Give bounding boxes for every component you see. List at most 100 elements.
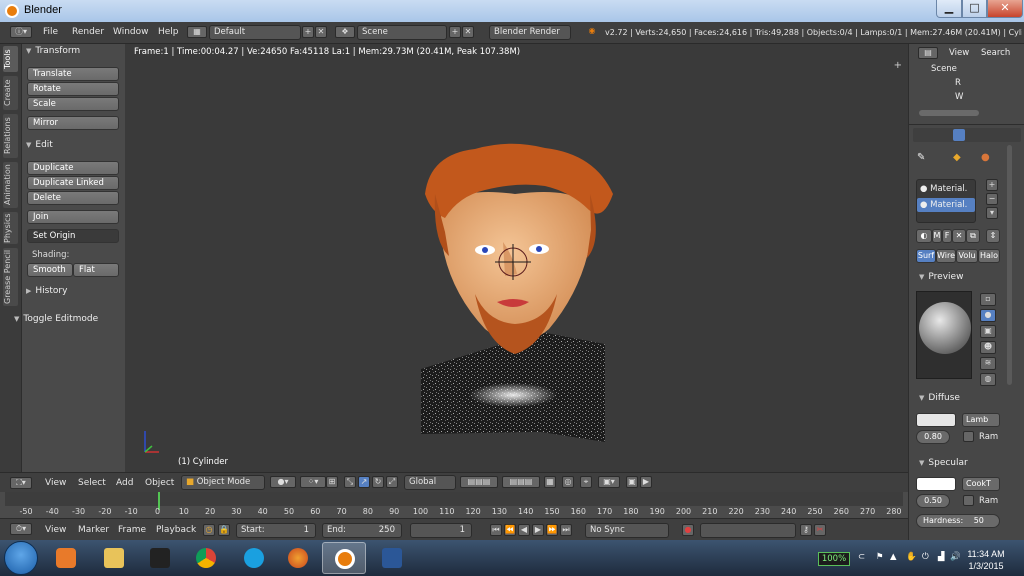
translate-manipulator-icon[interactable]: ↗ [358,476,370,488]
volume-icon[interactable]: 🔊 [950,552,961,562]
material-unlink-icon[interactable]: ✕ [952,229,966,243]
tab-grease-pencil[interactable]: Grease Pencil [3,248,18,306]
material-tab-icon[interactable] [953,129,965,141]
duplicate-button[interactable]: Duplicate [27,161,119,175]
current-frame-field[interactable]: 1 [410,523,472,538]
mode-select[interactable]: ■ Object Mode [181,475,265,490]
flag-icon[interactable]: ⚑ [876,552,884,562]
editor-type-icon[interactable]: ⓘ▾ [10,26,32,38]
shading-mode-icon[interactable]: ●▾ [270,476,296,488]
render-anim-icon[interactable]: ▶ [640,476,652,488]
tab-wire[interactable]: Wire [936,249,956,263]
preview-cube-icon[interactable]: ▣ [980,325,996,338]
start-frame-field[interactable]: Start: 1 [236,523,316,538]
material-m-button[interactable]: M [932,229,942,243]
snap-element-icon[interactable]: ▣▾ [598,476,620,488]
delete-button[interactable]: Delete [27,191,119,205]
scene-field[interactable]: Scene [357,25,447,40]
tab-create[interactable]: Create [3,76,18,110]
preview-hair-icon[interactable]: ≋ [980,357,996,370]
pin-icon[interactable]: ✎ [917,152,925,163]
add-scene-icon[interactable]: + [449,26,461,38]
outliner-editor-icon[interactable]: ▤ [918,47,938,59]
render-engine-select[interactable]: Blender Render [489,25,571,40]
play-reverse-icon[interactable]: ◀ [518,524,530,536]
flat-button[interactable]: Flat [73,263,119,277]
tab-animation[interactable]: Animation [3,162,18,208]
duplicate-linked-button[interactable]: Duplicate Linked [27,176,119,190]
lock-layers-icon[interactable]: ▦ [544,476,556,488]
material-more-icon[interactable]: ⇕ [986,229,1000,243]
3d-viewport[interactable]: Frame:1 | Time:00:04.27 | Ve:24650 Fa:45… [125,44,908,472]
preview-monkey-icon[interactable]: ☻ [980,341,996,354]
end-frame-field[interactable]: End: 250 [322,523,402,538]
outliner-item-world[interactable]: W [955,92,963,102]
show-hidden-icon[interactable]: ▲ [890,552,897,562]
remove-layout-icon[interactable]: ✕ [315,26,327,38]
tray-icon-1[interactable]: ⊂ [858,552,865,562]
task-file-explorer[interactable] [92,542,136,574]
properties-context-tabs[interactable] [913,128,1021,142]
jump-keyframe-forward-icon[interactable]: ⏩ [546,524,558,536]
viewport-menu-object[interactable]: Object [145,478,174,488]
layout-grid-icon[interactable]: ▦ [187,26,207,38]
outliner-item-render[interactable]: R [955,78,961,88]
join-button[interactable]: Join [27,210,119,224]
jump-keyframe-back-icon[interactable]: ⏪ [504,524,516,536]
hardness-field[interactable]: Hardness: 50 [916,514,1000,528]
timeline-editor-icon[interactable]: ⏱▾ [10,523,32,535]
material-copy-icon[interactable]: ⧉ [966,229,980,243]
rotate-manipulator-icon[interactable]: ↻ [372,476,384,488]
edit-panel-header[interactable]: Edit [26,140,52,150]
task-media-player[interactable] [44,542,88,574]
timeline-menu-view[interactable]: View [45,525,66,535]
sync-select[interactable]: No Sync [585,523,669,538]
record-icon[interactable]: ● [682,524,694,536]
snap-icon[interactable]: ⌖ [580,476,592,488]
material-f-button[interactable]: F [942,229,952,243]
layers-grid-1[interactable]: ▤▤▤ [460,476,498,488]
diffuse-color-swatch[interactable] [916,413,956,427]
delete-keyframe-icon[interactable]: ✂ [814,524,826,536]
task-app[interactable] [138,542,182,574]
keying-set-field[interactable] [700,523,796,538]
timeline-menu-marker[interactable]: Marker [78,525,109,535]
outliner-view-menu[interactable]: View [949,48,969,58]
task-skype[interactable] [232,542,276,574]
diffuse-panel-header[interactable]: Diffuse [919,393,960,403]
power-icon[interactable]: ⏻ [922,552,929,562]
preview-sky-icon[interactable]: ◍ [980,373,996,386]
tab-halo[interactable]: Halo [978,249,1000,263]
specular-intensity-field[interactable]: 0.50 [916,494,950,508]
timeline-menu-playback[interactable]: Playback [156,525,196,535]
history-panel-header[interactable]: History [26,286,67,296]
scale-button[interactable]: Scale [27,97,119,111]
viewport-editor-icon[interactable]: ⛶▾ [10,477,32,489]
close-button[interactable]: ✕ [987,0,1023,18]
task-chrome[interactable] [184,542,228,574]
timeline[interactable]: -50 -40 -30 -20 -10 0 10 20 30 40 50 60 70 80 90 100 110… [0,492,908,518]
snap-vertices-icon[interactable]: ⊞ [326,476,338,488]
outliner-search-menu[interactable]: Search [981,48,1010,58]
timeline-ruler[interactable] [5,492,903,506]
system-clock[interactable]: 11:34 AM 1/3/2015 [960,548,1012,572]
specular-shader-select[interactable]: CookT [962,477,1000,491]
add-layout-icon[interactable]: + [302,26,314,38]
slot-menu-icon[interactable]: ▾ [986,207,998,219]
outliner-scrollbar[interactable] [919,110,979,116]
add-slot-icon[interactable]: + [986,179,998,191]
preview-panel-header[interactable]: Preview [919,272,963,282]
scale-manipulator-icon[interactable]: ⤢ [386,476,398,488]
specular-ramp-checkbox[interactable] [963,495,974,506]
material-slot-2[interactable]: ● Material. [920,200,967,210]
menu-window[interactable]: Window [113,27,149,37]
task-firefox[interactable] [276,542,320,574]
mirror-button[interactable]: Mirror [27,116,119,130]
diffuse-shader-select[interactable]: Lamb [962,413,1000,427]
remove-scene-icon[interactable]: ✕ [462,26,474,38]
translate-button[interactable]: Translate [27,67,119,81]
diffuse-intensity-field[interactable]: 0.80 [916,430,950,444]
tab-volume[interactable]: Volu [956,249,978,263]
outliner-item-scene[interactable]: Scene [931,64,957,74]
set-origin-select[interactable]: Set Origin [27,229,119,243]
